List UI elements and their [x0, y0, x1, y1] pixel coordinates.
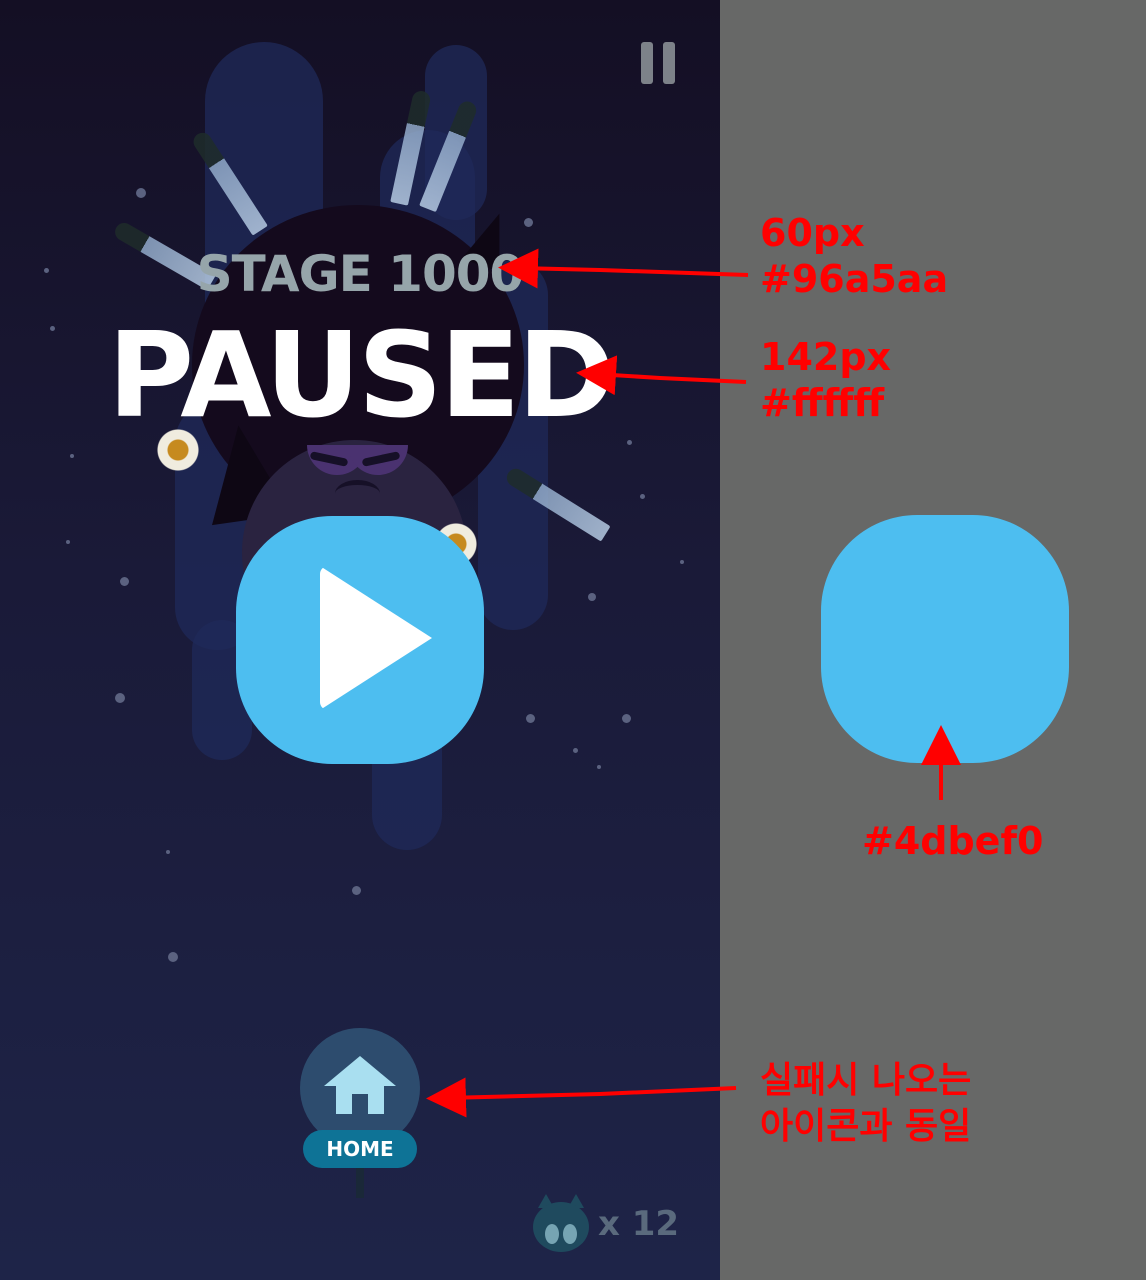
background-star — [120, 577, 129, 586]
screen-root: STAGE 1000 PAUSED HOME x 12 60px #96a5aa… — [0, 0, 1146, 1280]
background-star — [168, 952, 178, 962]
game-pause-screen: STAGE 1000 PAUSED HOME x 12 — [0, 0, 720, 1280]
background-star — [622, 714, 631, 723]
home-note-line-1: 실패시 나오는 — [760, 1060, 972, 1101]
house-icon-roof — [324, 1056, 396, 1086]
creature-eye — [545, 1224, 559, 1244]
background-star — [66, 540, 70, 544]
background-star — [166, 850, 170, 854]
creature-face-icon — [533, 1202, 589, 1252]
background-star — [640, 494, 645, 499]
creature-eye — [563, 1224, 577, 1244]
stage-spec-note: 60px #96a5aa — [760, 210, 948, 302]
paused-title: PAUSED — [107, 306, 616, 444]
monster-frown — [335, 480, 380, 507]
pause-icon-bar — [641, 42, 653, 84]
background-star — [627, 440, 632, 445]
background-star — [70, 454, 74, 458]
background-star — [526, 714, 535, 723]
background-star — [597, 765, 601, 769]
play-icon — [320, 566, 432, 710]
house-icon-door — [352, 1094, 368, 1114]
stage-spec-size: 60px — [760, 211, 865, 255]
background-star — [524, 218, 533, 227]
background-star — [352, 886, 361, 895]
button-color-note: #4dbef0 — [862, 819, 1044, 863]
stage-label: STAGE 1000 — [196, 245, 525, 303]
paused-spec-note: 142px #ffffff — [760, 334, 891, 426]
lives-count: x 12 — [598, 1204, 680, 1244]
background-star — [680, 560, 684, 564]
background-star — [115, 693, 125, 703]
paused-spec-size: 142px — [760, 335, 892, 379]
home-note-line-2: 아이콘과 동일 — [760, 1106, 972, 1147]
button-color-swatch — [821, 515, 1069, 763]
stage-spec-color: #96a5aa — [760, 257, 949, 301]
home-label: HOME — [303, 1130, 417, 1168]
pause-button[interactable] — [641, 42, 675, 84]
resume-button[interactable] — [236, 516, 484, 764]
home-icon-note: 실패시 나오는 아이콘과 동일 — [760, 1058, 971, 1150]
background-star — [588, 593, 596, 601]
paused-spec-color: #ffffff — [760, 381, 885, 425]
background-star — [136, 188, 146, 198]
background-star — [573, 748, 578, 753]
home-button[interactable]: HOME — [300, 1028, 420, 1203]
pause-icon-bar — [663, 42, 675, 84]
